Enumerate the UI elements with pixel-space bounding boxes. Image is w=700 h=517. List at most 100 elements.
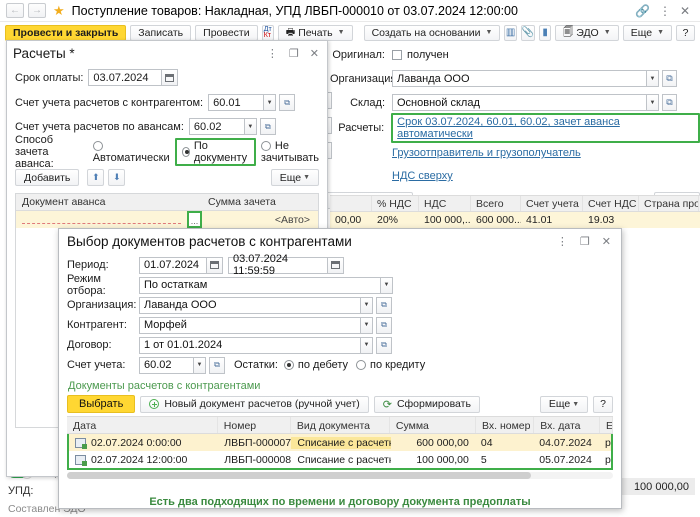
settlements-link[interactable]: Срок 03.07.2024, 60.01, 60.02, зачет ава…: [397, 116, 620, 140]
grid-col-account[interactable]: Счет учета: [521, 196, 583, 211]
balance-credit-option[interactable]: по кредиту: [356, 359, 425, 371]
counterparty-input[interactable]: Морфей: [139, 316, 361, 334]
modal-account-dropdown-icon[interactable]: ▼: [194, 356, 206, 374]
contract-open-icon[interactable]: ⧉: [376, 336, 392, 354]
modal-organization-input[interactable]: Лаванда ООО: [139, 296, 361, 314]
post-button[interactable]: Провести: [195, 24, 258, 41]
col-in-number[interactable]: Вх. номер: [476, 417, 535, 433]
warehouse-dropdown-icon[interactable]: ▼: [647, 94, 659, 111]
organization-open-icon[interactable]: ⧉: [662, 70, 677, 87]
add-button[interactable]: Добавить: [15, 169, 80, 186]
original-checkbox[interactable]: [392, 49, 402, 60]
scroll-thumb[interactable]: [67, 472, 532, 479]
offset-auto-option[interactable]: Автоматически: [92, 140, 170, 164]
counterparty-open-icon[interactable]: ⧉: [376, 316, 392, 334]
table-row[interactable]: ... <Авто>: [16, 211, 318, 228]
organization-field[interactable]: Лаванда ООО: [392, 70, 647, 87]
modal-more-icon[interactable]: ⋮: [557, 235, 568, 248]
offset-none-option[interactable]: Не зачитывать: [260, 140, 319, 164]
period-to-calendar-icon[interactable]: [328, 256, 344, 274]
docs-table-hscrollbar[interactable]: [67, 472, 613, 479]
edo-icon: 🗐: [563, 26, 574, 38]
settlements-more-icon[interactable]: ⋮: [267, 47, 278, 60]
link-icon[interactable]: 🔗: [635, 4, 650, 18]
col-extra[interactable]: Е: [600, 417, 613, 433]
save-button[interactable]: Записать: [130, 24, 192, 41]
table-row[interactable]: 02.07.2024 0:00:00 ЛВБП-000007 Списание …: [69, 434, 611, 451]
new-settlement-doc-button[interactable]: Новый документ расчетов (ручной учет): [140, 395, 369, 413]
grid-col-country[interactable]: Страна происхож...: [639, 196, 699, 211]
payment-term-input[interactable]: 03.07.2024: [88, 69, 163, 86]
modal-account-input[interactable]: 60.02: [139, 356, 194, 374]
report-icon[interactable]: ▥: [504, 24, 517, 41]
grid-col-total[interactable]: Всего: [471, 196, 521, 211]
modal-organization-open-icon[interactable]: ⧉: [376, 296, 392, 314]
col-doc-type[interactable]: Вид документа: [291, 417, 390, 433]
col-amount[interactable]: Сумма: [390, 417, 476, 433]
vat-link[interactable]: НДС сверху: [392, 170, 453, 182]
account-counterparty-dropdown-icon[interactable]: ▼: [264, 94, 277, 111]
dt-kt-icon[interactable]: Дт Кт: [261, 24, 274, 41]
advance-doc-empty-field[interactable]: [22, 215, 181, 224]
modal-more-button[interactable]: Еще ▼: [539, 395, 589, 413]
edo-button[interactable]: 🗐 ЭДО ▼: [555, 24, 619, 41]
account-counterparty-open-icon[interactable]: ⧉: [279, 94, 296, 111]
move-up-icon[interactable]: ⬆: [87, 169, 105, 186]
settlements-more-button[interactable]: Еще ▼: [270, 169, 319, 186]
grid-col-vat-account[interactable]: Счет НДС: [583, 196, 639, 211]
table-row[interactable]: 02.07.2024 12:00:00 ЛВБП-000008 Списание…: [69, 451, 611, 468]
help-button[interactable]: ?: [676, 24, 695, 41]
attach-icon[interactable]: 📎: [520, 24, 536, 41]
refresh-button[interactable]: ⟳ Сформировать: [373, 395, 480, 413]
window-more-icon[interactable]: ⋮: [659, 4, 671, 18]
calendar-icon[interactable]: [162, 69, 179, 86]
period-from-calendar-icon[interactable]: [207, 256, 223, 274]
account-advance-open-icon[interactable]: ⧉: [259, 118, 276, 135]
print-button[interactable]: 🖶 Печать ▼: [277, 24, 353, 41]
modal-maximize-icon[interactable]: ❐: [580, 235, 590, 248]
grid-col-0[interactable]: [330, 196, 372, 211]
contract-dropdown-icon[interactable]: ▼: [361, 336, 373, 354]
modal-help-button[interactable]: ?: [593, 395, 613, 413]
contract-input[interactable]: 1 от 01.01.2024: [139, 336, 361, 354]
modal-organization-dropdown-icon[interactable]: ▼: [361, 296, 373, 314]
filter-mode-dropdown-icon[interactable]: ▼: [381, 276, 393, 294]
organization-dropdown-icon[interactable]: ▼: [647, 70, 659, 87]
favorite-star-icon[interactable]: ★: [53, 3, 65, 19]
warehouse-field[interactable]: Основной склад: [392, 94, 647, 111]
close-icon[interactable]: ✕: [680, 4, 690, 18]
move-down-icon[interactable]: ⬇: [108, 169, 126, 186]
more-button[interactable]: Еще ▼: [622, 24, 672, 41]
col-number[interactable]: Номер: [218, 417, 291, 433]
select-button[interactable]: Выбрать: [67, 395, 136, 413]
advance-col-amount[interactable]: Сумма зачета: [202, 194, 318, 210]
col-in-date[interactable]: Вх. дата: [534, 417, 600, 433]
grid-col-vat-rate[interactable]: % НДС: [372, 196, 419, 211]
offset-by-doc-option[interactable]: По документу: [174, 137, 256, 166]
col-date[interactable]: Дата: [67, 417, 218, 433]
settlements-close-icon[interactable]: ✕: [310, 47, 319, 60]
period-from-input[interactable]: 01.07.2024: [139, 256, 207, 274]
shipper-link[interactable]: Грузоотправитель и грузополучатель: [392, 147, 581, 159]
advance-col-document[interactable]: Документ аванса: [16, 194, 202, 210]
forward-button[interactable]: →: [28, 3, 46, 18]
modal-account-open-icon[interactable]: ⧉: [209, 356, 225, 374]
counterparty-dropdown-icon[interactable]: ▼: [361, 316, 373, 334]
back-button[interactable]: ←: [6, 3, 24, 18]
post-and-close-button[interactable]: Провести и закрыть: [5, 24, 127, 41]
create-based-on-button[interactable]: Создать на основании ▼: [363, 24, 501, 41]
table-row[interactable]: 00,00 20% 100 000,... 600 000... 41.01 1…: [330, 212, 700, 228]
cell-doc-type: Списание с расчетног...: [297, 453, 390, 466]
modal-close-icon[interactable]: ✕: [602, 235, 611, 248]
grid-col-vat[interactable]: НДС: [419, 196, 471, 211]
balance-debit-option[interactable]: по дебету: [283, 359, 348, 371]
account-advance-input[interactable]: 60.02: [188, 118, 245, 135]
advance-doc-choose-button[interactable]: ...: [187, 211, 202, 228]
note-icon[interactable]: ▮: [539, 24, 552, 41]
period-to-input[interactable]: 03.07.2024 11:59:59: [228, 253, 328, 277]
settlements-maximize-icon[interactable]: ❐: [289, 47, 299, 60]
account-advance-dropdown-icon[interactable]: ▼: [244, 118, 257, 135]
account-counterparty-input[interactable]: 60.01: [208, 94, 265, 111]
warehouse-open-icon[interactable]: ⧉: [662, 94, 677, 111]
filter-mode-input[interactable]: По остаткам: [139, 276, 381, 294]
